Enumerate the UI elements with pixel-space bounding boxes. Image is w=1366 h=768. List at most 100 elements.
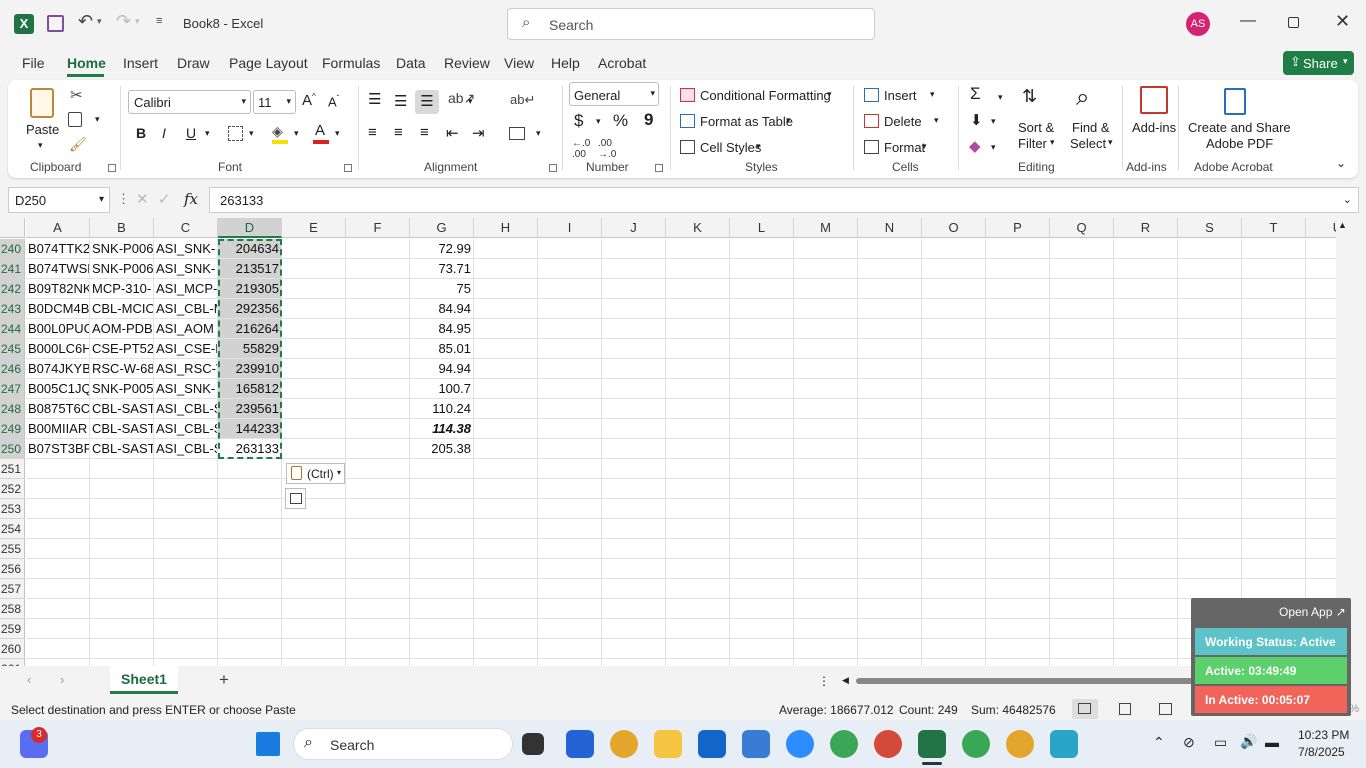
app-icon[interactable]: [1050, 730, 1078, 758]
alignment-launcher-icon[interactable]: [549, 164, 557, 172]
empty-cell[interactable]: [602, 559, 666, 579]
empty-cell[interactable]: [538, 559, 602, 579]
volume-icon[interactable]: 🔊: [1240, 733, 1257, 750]
empty-cell[interactable]: [1242, 299, 1306, 319]
empty-cell[interactable]: [538, 439, 602, 459]
empty-cell[interactable]: [474, 379, 538, 399]
cell-e-245[interactable]: [282, 339, 346, 359]
wrap-text-icon[interactable]: ab↵: [510, 92, 535, 108]
empty-cell[interactable]: [1114, 399, 1178, 419]
copy-icon[interactable]: [68, 112, 82, 127]
empty-cell[interactable]: [474, 459, 538, 479]
column-header-r[interactable]: R: [1114, 218, 1178, 238]
empty-cell[interactable]: [986, 599, 1050, 619]
cell-g-251[interactable]: [410, 459, 474, 479]
format-cells-button[interactable]: Format ▾: [864, 138, 944, 160]
redo-dropdown-icon[interactable]: ▾: [135, 16, 140, 27]
cell-d-258[interactable]: [218, 599, 282, 619]
empty-cell[interactable]: [922, 399, 986, 419]
empty-cell[interactable]: [922, 579, 986, 599]
row-header[interactable]: 255: [0, 539, 25, 559]
cell-a-247[interactable]: B005C1JQ: [26, 379, 90, 399]
increase-indent-icon[interactable]: ⇥: [472, 124, 485, 142]
empty-cell[interactable]: [1242, 559, 1306, 579]
comma-style-icon[interactable]: 9: [644, 110, 653, 130]
cell-f-260[interactable]: [346, 639, 410, 659]
empty-cell[interactable]: [986, 359, 1050, 379]
empty-cell[interactable]: [730, 299, 794, 319]
empty-cell[interactable]: [794, 419, 858, 439]
clear-icon[interactable]: ◆: [969, 137, 981, 155]
column-header-h[interactable]: H: [474, 218, 538, 238]
column-header-t[interactable]: T: [1242, 218, 1306, 238]
empty-cell[interactable]: [1050, 359, 1114, 379]
cell-e-257[interactable]: [282, 579, 346, 599]
empty-cell[interactable]: [730, 339, 794, 359]
empty-cell[interactable]: [474, 239, 538, 259]
cell-b-241[interactable]: SNK-P006: [90, 259, 154, 279]
cell-b-259[interactable]: [90, 619, 154, 639]
cell-d-254[interactable]: [218, 519, 282, 539]
empty-cell[interactable]: [1242, 459, 1306, 479]
cell-b-260[interactable]: [90, 639, 154, 659]
empty-cell[interactable]: [922, 519, 986, 539]
empty-cell[interactable]: [538, 299, 602, 319]
empty-cell[interactable]: [474, 479, 538, 499]
store-icon[interactable]: [566, 730, 594, 758]
row-header[interactable]: 254: [0, 519, 25, 539]
empty-cell[interactable]: [794, 539, 858, 559]
empty-cell[interactable]: [730, 399, 794, 419]
empty-cell[interactable]: [602, 599, 666, 619]
empty-cell[interactable]: [666, 299, 730, 319]
clock-date[interactable]: 7/8/2025: [1298, 745, 1345, 759]
cell-g-244[interactable]: 84.95: [410, 319, 474, 339]
empty-cell[interactable]: [730, 379, 794, 399]
cell-c-251[interactable]: [154, 459, 218, 479]
align-center-icon[interactable]: ≡: [394, 124, 403, 141]
cell-f-259[interactable]: [346, 619, 410, 639]
fill-dropdown-icon[interactable]: ▾: [991, 116, 996, 127]
empty-cell[interactable]: [922, 279, 986, 299]
cell-f-244[interactable]: [346, 319, 410, 339]
empty-cell[interactable]: [474, 279, 538, 299]
empty-cell[interactable]: [602, 279, 666, 299]
empty-cell[interactable]: [602, 519, 666, 539]
row-header[interactable]: 261: [0, 659, 25, 666]
empty-cell[interactable]: [538, 639, 602, 659]
restore-button[interactable]: [1288, 17, 1299, 28]
decrease-decimal-icon[interactable]: .00 →.0: [598, 138, 616, 160]
cell-a-250[interactable]: B07ST3BF: [26, 439, 90, 459]
empty-cell[interactable]: [794, 619, 858, 639]
empty-cell[interactable]: [474, 319, 538, 339]
empty-cell[interactable]: [538, 359, 602, 379]
font-size-select[interactable]: 11 ▾: [253, 90, 296, 114]
expand-formula-icon[interactable]: ⌄: [1343, 193, 1352, 206]
empty-cell[interactable]: [602, 479, 666, 499]
cell-b-257[interactable]: [90, 579, 154, 599]
autosum-icon[interactable]: Σ: [970, 84, 981, 104]
empty-cell[interactable]: [1114, 639, 1178, 659]
cell-f-243[interactable]: [346, 299, 410, 319]
cell-e-240[interactable]: [282, 239, 346, 259]
column-header-c[interactable]: C: [154, 218, 218, 238]
merge-center-icon[interactable]: [509, 127, 525, 140]
empty-cell[interactable]: [730, 459, 794, 479]
row-header[interactable]: 246: [0, 359, 25, 379]
cell-a-240[interactable]: B074TTK2I: [26, 239, 90, 259]
cell-g-253[interactable]: [410, 499, 474, 519]
tray-chevron-icon[interactable]: ⌃: [1153, 734, 1165, 751]
empty-cell[interactable]: [858, 599, 922, 619]
empty-cell[interactable]: [474, 519, 538, 539]
cell-g-254[interactable]: [410, 519, 474, 539]
cell-b-254[interactable]: [90, 519, 154, 539]
empty-cell[interactable]: [474, 539, 538, 559]
accounting-format-icon[interactable]: $: [574, 111, 583, 131]
empty-cell[interactable]: [730, 539, 794, 559]
empty-cell[interactable]: [794, 339, 858, 359]
cell-g-257[interactable]: [410, 579, 474, 599]
empty-cell[interactable]: [474, 259, 538, 279]
cell-d-259[interactable]: [218, 619, 282, 639]
cell-a-244[interactable]: B00L0PUG: [26, 319, 90, 339]
status-average[interactable]: Average: 186677.012: [779, 703, 894, 717]
quick-analysis-icon[interactable]: [285, 488, 306, 509]
